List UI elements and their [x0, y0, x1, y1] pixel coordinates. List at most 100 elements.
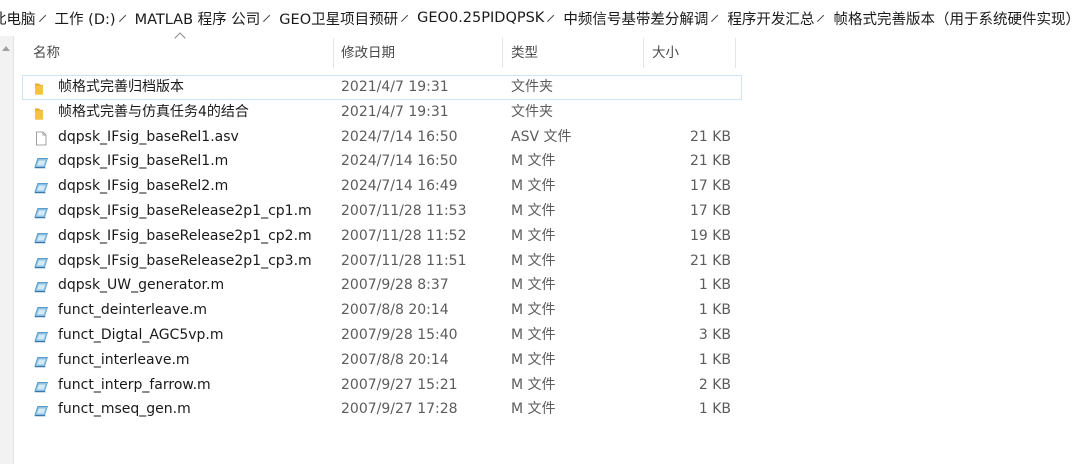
scroll-up-arrow-icon[interactable] — [2, 46, 10, 51]
file-size: 1 KB — [698, 302, 731, 319]
file-row[interactable]: dqpsk_IFsig_baseRel1.asv 2024/7/14 16:50 A… — [22, 125, 742, 150]
matlab-file-icon — [33, 353, 49, 368]
file-modified-date: 2024/7/14 16:50 — [341, 153, 458, 170]
column-header-date[interactable]: 修改日期 — [341, 38, 395, 68]
file-size: 21 KB — [689, 252, 731, 269]
column-header-type[interactable]: 类型 — [511, 38, 538, 68]
column-divider[interactable] — [502, 38, 503, 68]
file-name: dqpsk_IFsig_baseRel1.m — [58, 153, 229, 170]
file-name: dqpsk_UW_generator.m — [58, 277, 225, 294]
chevron-right-icon[interactable] — [118, 14, 126, 22]
file-type: M 文件 — [511, 376, 556, 393]
file-name: 帧格式完善与仿真任务4的结合 — [58, 103, 249, 120]
column-divider[interactable] — [333, 38, 334, 68]
file-modified-date: 2007/9/28 15:40 — [341, 326, 458, 343]
matlab-file-icon — [33, 254, 49, 269]
file-type: M 文件 — [511, 277, 556, 294]
breadcrumb-item-geo-qpsk[interactable]: GEO0.25PIDQPSK — [417, 10, 544, 26]
file-row[interactable]: 帧格式完善与仿真任务4的结合 2021/4/7 19:31 文件夹 — [22, 100, 742, 125]
file-size: 21 KB — [689, 128, 731, 145]
file-modified-date: 2007/9/27 15:21 — [341, 376, 458, 393]
breadcrumb-item-dev-summary[interactable]: 程序开发汇总 — [727, 8, 814, 29]
file-row[interactable]: dqpsk_UW_generator.m 2007/9/28 8:37 M 文件 1 … — [22, 273, 742, 298]
chevron-right-icon[interactable] — [401, 14, 409, 22]
file-type: M 文件 — [511, 227, 556, 244]
matlab-file-icon — [33, 278, 49, 293]
file-modified-date: 2007/8/8 20:14 — [341, 351, 449, 368]
file-modified-date: 2024/7/14 16:49 — [341, 178, 458, 195]
chevron-right-icon[interactable] — [817, 14, 825, 22]
matlab-file-icon — [33, 402, 49, 417]
breadcrumb-item-geo-project[interactable]: GEO卫星项目预研 — [279, 8, 398, 29]
file-row[interactable]: funct_interleave.m 2007/8/8 20:14 M 文件 1 KB — [22, 348, 742, 373]
file-name: dqpsk_IFsig_baseRelease2p1_cp1.m — [58, 202, 312, 219]
breadcrumb-item-this-pc[interactable]: 此电脑 — [0, 8, 36, 29]
matlab-file-icon — [33, 328, 49, 343]
matlab-file-icon — [33, 204, 49, 219]
file-explorer-window: 此电脑 工作 (D:) MATLAB 程序 公司 GEO卫星项目预研 GEO0.… — [0, 0, 1080, 464]
file-row[interactable]: dqpsk_IFsig_baseRelease2p1_cp1.m 2007/11/… — [22, 199, 742, 224]
file-name: funct_deinterleave.m — [58, 302, 208, 319]
file-row[interactable]: dqpsk_IFsig_baseRelease2p1_cp3.m 2007/11/… — [22, 249, 742, 274]
navigation-pane-edge[interactable] — [0, 36, 14, 464]
breadcrumb-item-demod[interactable]: 中频信号基带差分解调 — [563, 8, 708, 29]
column-divider[interactable] — [643, 38, 644, 68]
file-name: 帧格式完善归档版本 — [58, 79, 184, 95]
file-modified-date: 2007/8/8 20:14 — [341, 302, 449, 319]
breadcrumb-item-current-folder[interactable]: 帧格式完善版本（用于系统硬件实现） — [833, 8, 1080, 29]
matlab-file-icon — [33, 303, 49, 318]
file-row[interactable]: funct_deinterleave.m 2007/8/8 20:14 M 文件 1 … — [22, 298, 742, 323]
file-modified-date: 2007/9/28 8:37 — [341, 277, 449, 294]
breadcrumb-item-drive-d[interactable]: 工作 (D:) — [55, 8, 116, 29]
breadcrumb-item-matlab[interactable]: MATLAB 程序 公司 — [135, 8, 261, 29]
matlab-file-icon — [33, 154, 49, 169]
chevron-right-icon[interactable] — [38, 14, 46, 22]
file-size: 17 KB — [689, 202, 731, 219]
file-type: M 文件 — [511, 326, 556, 343]
file-name: funct_Digtal_AGC5vp.m — [58, 326, 224, 343]
document-icon — [33, 130, 49, 145]
folder-icon — [33, 105, 49, 120]
file-name: funct_mseq_gen.m — [58, 401, 191, 418]
folder-icon — [33, 80, 49, 95]
file-row[interactable]: dqpsk_IFsig_baseRel1.m 2024/7/14 16:50 M 文… — [22, 149, 742, 174]
file-size: 3 KB — [698, 326, 731, 343]
column-header-name[interactable]: 名称 — [33, 38, 60, 68]
matlab-file-icon — [33, 179, 49, 194]
file-type: M 文件 — [511, 351, 556, 368]
file-row[interactable]: 帧格式完善归档版本 2021/4/7 19:31 文件夹 — [22, 75, 742, 100]
chevron-right-icon[interactable] — [711, 14, 719, 22]
chevron-right-icon[interactable] — [263, 14, 271, 22]
file-type: 文件夹 — [511, 103, 553, 120]
column-divider[interactable] — [735, 38, 736, 68]
breadcrumb[interactable]: 此电脑 工作 (D:) MATLAB 程序 公司 GEO卫星项目预研 GEO0.… — [0, 0, 1080, 36]
file-row[interactable]: funct_interp_farrow.m 2007/9/27 15:21 M 文件… — [22, 373, 742, 398]
matlab-file-icon — [33, 229, 49, 244]
chevron-right-icon[interactable] — [547, 14, 555, 22]
file-row[interactable]: dqpsk_IFsig_baseRel2.m 2024/7/14 16:49 M 文… — [22, 174, 742, 199]
column-header-size[interactable]: 大小 — [652, 38, 679, 68]
column-header-bar: 名称 修改日期 类型 大小 — [22, 32, 742, 68]
file-modified-date: 2007/9/27 17:28 — [341, 401, 458, 418]
file-list: 帧格式完善归档版本 2021/4/7 19:31 文件夹 帧格式完善与仿真任务4的结合… — [22, 75, 742, 422]
file-type: ASV 文件 — [511, 128, 572, 145]
file-modified-date: 2007/11/28 11:51 — [341, 252, 467, 269]
file-size: 17 KB — [689, 178, 731, 195]
file-size: 1 KB — [698, 351, 731, 368]
file-name: dqpsk_IFsig_baseRelease2p1_cp2.m — [58, 227, 312, 244]
file-modified-date: 2021/4/7 19:31 — [341, 103, 449, 120]
file-modified-date: 2024/7/14 16:50 — [341, 128, 458, 145]
file-size: 2 KB — [698, 376, 731, 393]
file-row[interactable]: funct_mseq_gen.m 2007/9/27 17:28 M 文件 1 KB — [22, 397, 742, 422]
file-type: M 文件 — [511, 202, 556, 219]
file-name: dqpsk_IFsig_baseRelease2p1_cp3.m — [58, 252, 312, 269]
file-row[interactable]: funct_Digtal_AGC5vp.m 2007/9/28 15:40 M 文件… — [22, 323, 742, 348]
file-type: M 文件 — [511, 178, 556, 195]
file-type: M 文件 — [511, 252, 556, 269]
file-modified-date: 2021/4/7 19:31 — [341, 79, 449, 95]
file-size: 1 KB — [698, 277, 731, 294]
file-row[interactable]: dqpsk_IFsig_baseRelease2p1_cp2.m 2007/11/… — [22, 224, 742, 249]
file-type: M 文件 — [511, 401, 556, 418]
file-modified-date: 2007/11/28 11:52 — [341, 227, 467, 244]
file-size: 19 KB — [689, 227, 731, 244]
